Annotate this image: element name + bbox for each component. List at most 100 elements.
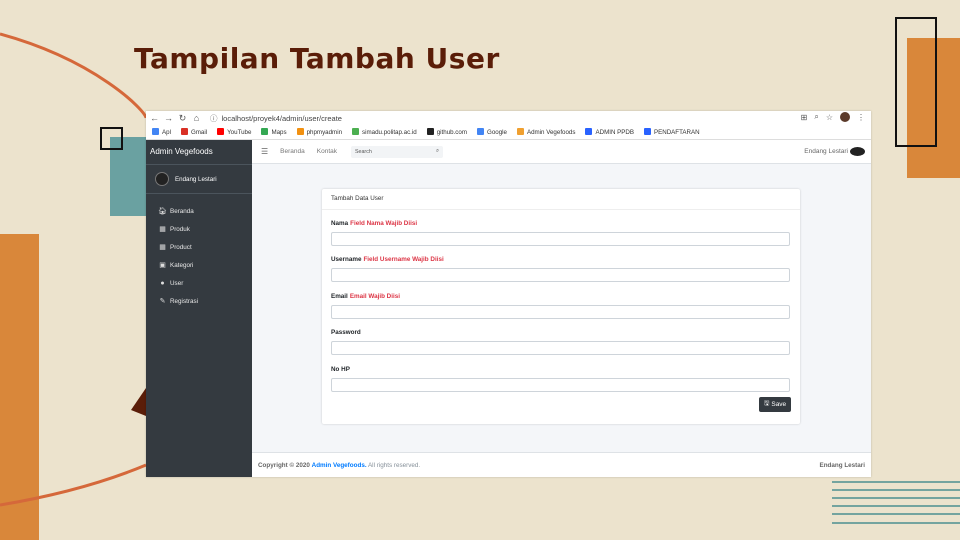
footer-copyright: Copyright © 2020 (258, 462, 310, 469)
sidebar-item-label: User (170, 279, 184, 287)
bookmark-item[interactable]: phpmyadmin (296, 128, 342, 136)
footer-rights: All rights reserved. (367, 462, 421, 469)
bookmark-item[interactable]: ADMIN PPDB (585, 128, 634, 136)
bookmarks-bar: Apl Gmail YouTube Maps phpmyadmin simadu.poli… (146, 125, 871, 140)
browser-screenshot: ← → ↻ ⌂ ⓘ localhost/proyek4/admin/user/cr… (146, 111, 871, 477)
profile-avatar[interactable] (840, 112, 850, 122)
email-error-message: Email Wajib Diisi (349, 293, 400, 300)
image-icon: ▣ (159, 262, 166, 269)
search-input[interactable]: Search ⌕ (351, 145, 443, 158)
left-orange-bar (0, 234, 39, 540)
apps-grid-icon (152, 128, 159, 135)
simadu-icon (352, 128, 360, 135)
bookmark-item[interactable]: Admin Vegefoods (516, 128, 575, 136)
google-icon (477, 128, 484, 135)
back-arrow-icon[interactable]: ← (149, 113, 160, 123)
address-bar: ← → ↻ ⌂ ⓘ localhost/proyek4/admin/user/cr… (146, 111, 871, 125)
sidebar-user-name: Endang Lestari (175, 175, 217, 183)
star-icon[interactable]: ☆ (826, 113, 833, 122)
brand-link[interactable]: Admin Vegefoods (146, 140, 252, 165)
teal-stripes (832, 481, 960, 524)
brown-triangle (131, 388, 146, 416)
user-icon: ● (160, 279, 165, 287)
sidebar-item-registrasi[interactable]: ✎ Registrasi (146, 292, 252, 310)
nav-link-beranda[interactable]: Beranda (280, 148, 305, 155)
bookmark-item[interactable]: PENDAFTARAN (643, 128, 700, 136)
translate-icon[interactable]: ⊞ (801, 113, 808, 122)
password-input[interactable] (331, 341, 790, 355)
home-icon[interactable]: ⌂ (191, 113, 202, 123)
search-placeholder: Search (355, 148, 372, 155)
ppdb-icon (585, 128, 593, 135)
password-label: Password (331, 329, 361, 336)
youtube-icon (217, 128, 225, 135)
bookmark-item[interactable]: Google (477, 128, 507, 136)
username-input[interactable] (331, 268, 790, 282)
vegefoods-icon (516, 128, 524, 135)
admin-app: Admin Vegefoods Endang Lestari 🏠︎ Beranda… (146, 140, 871, 477)
bookmark-item[interactable]: YouTube (217, 128, 251, 136)
top-user-name: Endang Lestari (804, 148, 848, 155)
email-label: Email Email Wajib Diisi (331, 293, 400, 300)
kebab-menu-icon[interactable]: ⋮ (857, 113, 865, 122)
sidebar-item-product[interactable]: ▦ Product (146, 238, 252, 256)
save-button[interactable]: 🖫 Save (759, 397, 791, 412)
sidebar-item-label: Kategori (170, 261, 194, 269)
url-field[interactable]: ⓘ localhost/proyek4/admin/user/create (210, 113, 342, 124)
edit-icon: ✎ (159, 298, 166, 305)
top-avatar (850, 147, 865, 156)
card-title: Tambah Data User (322, 189, 800, 210)
maps-icon (261, 128, 269, 135)
info-icon: ⓘ (210, 113, 218, 123)
nama-input[interactable] (331, 232, 790, 246)
avatar (155, 172, 169, 186)
bookmark-item[interactable]: Gmail (180, 128, 207, 136)
user-panel[interactable]: Endang Lestari (146, 165, 252, 194)
nama-label: Nama Field Nama Wajib Diisi (331, 220, 418, 227)
github-icon (426, 128, 434, 135)
sidebar-menu: 🏠︎ Beranda ▦ Produk ▦ Product ▣ Kategori ● User ✎ R… (146, 202, 252, 310)
username-error-message: Field Username Wajib Diisi (363, 256, 444, 263)
no-hp-input[interactable] (331, 378, 790, 392)
sidebar-item-beranda[interactable]: 🏠︎ Beranda (146, 202, 252, 220)
form-card: Tambah Data User 🖫 Save Nama Field Nama W… (322, 189, 800, 424)
no-hp-label: No HP (331, 366, 350, 373)
save-icon: 🖫 (763, 400, 770, 407)
sidebar-item-user[interactable]: ● User (146, 274, 252, 292)
pendaftaran-icon (643, 128, 651, 135)
footer-link[interactable]: Admin Vegefoods. (312, 462, 367, 469)
forward-arrow-icon[interactable]: → (163, 113, 174, 123)
sidebar-item-produk[interactable]: ▦ Produk (146, 220, 252, 238)
sidebar-item-label: Product (170, 243, 192, 251)
bookmark-item[interactable]: Apl (152, 128, 171, 136)
sidebar-item-label: Produk (170, 225, 190, 233)
calendar-icon: ▦ (159, 244, 166, 251)
calendar-icon: ▦ (159, 226, 166, 233)
footer-author: Endang Lestari (819, 462, 866, 469)
gmail-icon (180, 128, 188, 135)
sidebar-item-label: Registrasi (170, 297, 198, 305)
nav-link-kontak[interactable]: Kontak (317, 148, 337, 155)
top-user-menu[interactable]: Endang Lestari (804, 147, 865, 156)
save-label: Save (771, 401, 787, 408)
hamburger-icon[interactable]: ☰ (261, 147, 268, 156)
top-navbar: ☰ Beranda Kontak Search ⌕ Endang Lestari (252, 140, 871, 164)
zoom-icon[interactable]: ⌕ (814, 112, 818, 122)
footer: Copyright © 2020 Admin Vegefoods. All ri… (252, 452, 871, 477)
bookmark-item[interactable]: github.com (426, 128, 467, 136)
reload-icon[interactable]: ↻ (177, 113, 188, 124)
main-content: ☰ Beranda Kontak Search ⌕ Endang Lestari… (252, 140, 871, 477)
bookmark-item[interactable]: simadu.politap.ac.id (352, 128, 417, 136)
search-icon[interactable]: ⌕ (436, 148, 439, 155)
email-input[interactable] (331, 305, 790, 319)
bookmark-item[interactable]: Maps (261, 128, 287, 136)
sidebar-item-kategori[interactable]: ▣ Kategori (146, 256, 252, 274)
sidebar-item-label: Beranda (170, 207, 194, 215)
slide-title: Tampilan Tambah User (134, 42, 500, 75)
username-label: Username Field Username Wajib Diisi (331, 256, 444, 263)
home-icon: 🏠︎ (158, 208, 167, 215)
right-orange-bar (907, 38, 960, 178)
sidebar: Admin Vegefoods Endang Lestari 🏠︎ Beranda… (146, 140, 252, 477)
phpmyadmin-icon (296, 128, 304, 135)
nama-error-message: Field Nama Wajib Diisi (350, 220, 418, 227)
